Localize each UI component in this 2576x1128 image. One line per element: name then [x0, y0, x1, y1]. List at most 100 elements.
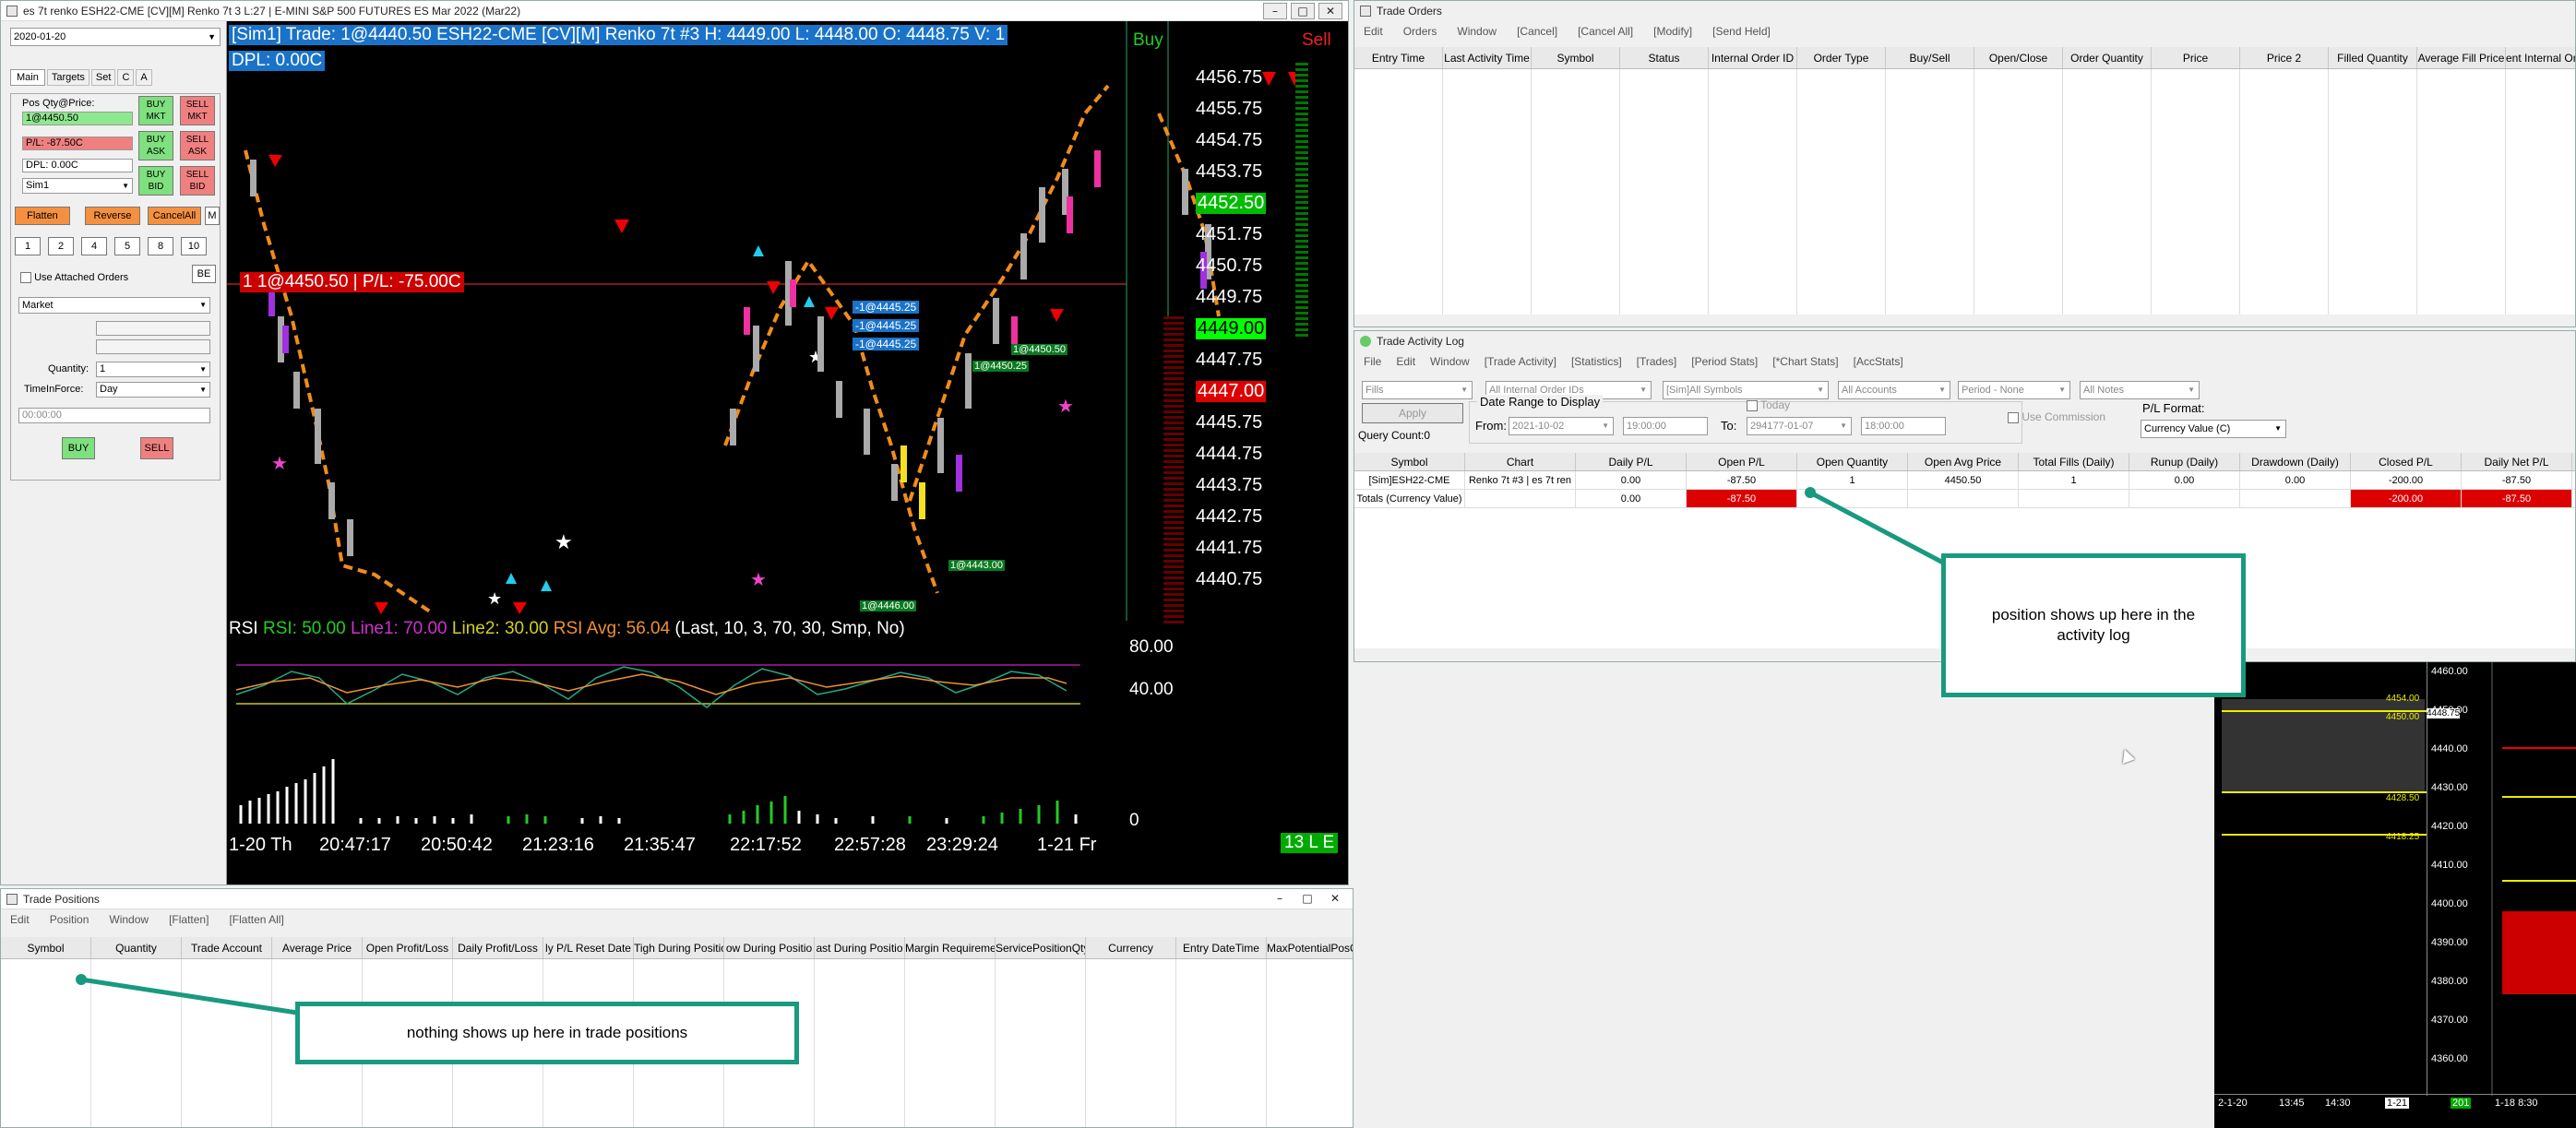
cancel-all-button[interactable]: CancelAll: [148, 207, 201, 225]
col-header[interactable]: Status: [1620, 47, 1709, 68]
col-header[interactable]: Price: [2152, 47, 2240, 68]
col-header[interactable]: Currency: [1086, 937, 1176, 958]
col-header[interactable]: Open Profit/Loss: [363, 937, 453, 958]
buy-bid-button[interactable]: BUY BID: [138, 166, 173, 196]
orders-table[interactable]: Entry Time Last Activity Time Symbol Sta…: [1354, 47, 2575, 315]
col-header[interactable]: Average Fill Price: [2417, 47, 2506, 68]
menu-window[interactable]: Window: [1430, 355, 1470, 368]
m-button[interactable]: M: [205, 207, 220, 225]
minimize-icon[interactable]: –: [1268, 891, 1292, 908]
order-tag[interactable]: -1@4445.25: [853, 301, 920, 314]
qty-5-button[interactable]: 5: [114, 237, 140, 255]
menu-modify[interactable]: [Modify]: [1653, 25, 1692, 38]
mini-chart[interactable]: 4460.00 4450.00 4440.00 4430.00 4420.00 …: [2214, 662, 2576, 1128]
price-input-1[interactable]: [96, 321, 210, 336]
menu-acc-stats[interactable]: [AccStats]: [1854, 355, 1903, 368]
order-tag[interactable]: -1@4445.25: [853, 338, 920, 350]
close-icon[interactable]: ✕: [1323, 891, 1347, 908]
col-header[interactable]: Tigh During Positio: [634, 937, 724, 958]
from-date-input[interactable]: 2021-10-02 ▼: [1509, 417, 1614, 435]
buy-ask-button[interactable]: BUY ASK: [138, 131, 173, 160]
col-header[interactable]: Symbol: [1532, 47, 1620, 68]
sell-bid-button[interactable]: SELL BID: [180, 166, 215, 196]
menu-position[interactable]: Position: [50, 913, 89, 926]
from-time-input[interactable]: 19:00:00: [1623, 417, 1708, 435]
tab-targets[interactable]: Targets: [46, 69, 89, 86]
col-header[interactable]: ent Internal Or: [2506, 47, 2575, 68]
trade-positions-title-bar[interactable]: Trade Positions – □ ✕: [1, 889, 1353, 909]
menu-trades[interactable]: [Trades]: [1637, 355, 1677, 368]
maximize-icon[interactable]: □: [1291, 2, 1315, 19]
col-header[interactable]: Symbol: [1, 937, 91, 958]
col-header[interactable]: ast During Positio: [815, 937, 905, 958]
col-header[interactable]: Daily P/L: [1576, 453, 1687, 470]
qty-4-button[interactable]: 4: [81, 237, 107, 255]
tif-select[interactable]: Day ▼: [96, 382, 210, 398]
sell-button[interactable]: SELL: [140, 437, 173, 459]
col-header[interactable]: Open Quantity: [1797, 453, 1908, 470]
menu-period-stats[interactable]: [Period Stats]: [1691, 355, 1758, 368]
symbols-select[interactable]: [Sim]All Symbols ▼: [1663, 381, 1829, 399]
to-date-input[interactable]: 294177-01-07 ▼: [1747, 417, 1852, 435]
fills-select[interactable]: Fills ▼: [1362, 381, 1473, 399]
use-commission[interactable]: Use Commission: [2008, 410, 2105, 423]
table-row[interactable]: [Sim]ESH22-CME Renko 7t #3 | es 7t ren 0…: [1354, 471, 2575, 490]
col-header[interactable]: Entry Time: [1354, 47, 1443, 68]
menu-cancel-all[interactable]: [Cancel All]: [1578, 25, 1633, 38]
menu-chart-stats[interactable]: [*Chart Stats]: [1772, 355, 1838, 368]
col-header[interactable]: Last Activity Time: [1443, 47, 1532, 68]
col-header[interactable]: Chart: [1465, 453, 1576, 470]
sell-ask-button[interactable]: SELL ASK: [180, 131, 215, 160]
pl-format-select[interactable]: Currency Value (C) ▼: [2141, 420, 2286, 438]
col-header[interactable]: ServicePositionQty: [996, 937, 1086, 958]
col-header[interactable]: MaxPotentialPosQt: [1267, 937, 1353, 958]
notes-select[interactable]: All Notes ▼: [2080, 381, 2200, 399]
col-header[interactable]: Buy/Sell: [1886, 47, 1974, 68]
col-header[interactable]: ly P/L Reset Date: [543, 937, 634, 958]
use-commission-checkbox[interactable]: [2008, 411, 2019, 423]
buy-button[interactable]: BUY: [62, 437, 95, 459]
order-tag[interactable]: -1@4445.25: [853, 319, 920, 332]
qty-1-button[interactable]: 1: [15, 237, 41, 255]
menu-edit[interactable]: Edit: [10, 913, 30, 926]
tab-a[interactable]: A: [136, 69, 152, 86]
col-header[interactable]: Order Quantity: [2063, 47, 2152, 68]
activity-log-title-bar[interactable]: Trade Activity Log: [1354, 331, 2575, 351]
menu-window[interactable]: Window: [1457, 25, 1497, 38]
period-select[interactable]: Period - None ▼: [1958, 381, 2070, 399]
reverse-button[interactable]: Reverse: [85, 207, 140, 225]
qty-8-button[interactable]: 8: [148, 237, 173, 255]
menu-file[interactable]: File: [1364, 355, 1381, 368]
col-header[interactable]: Filled Quantity: [2329, 47, 2417, 68]
col-header[interactable]: Drawdown (Daily): [2240, 453, 2351, 470]
use-attached-checkbox[interactable]: [20, 272, 31, 284]
table-row[interactable]: Totals (Currency Value) 0.00 -87.50 -200…: [1354, 490, 2575, 508]
qty-10-button[interactable]: 10: [181, 237, 207, 255]
menu-statistics[interactable]: [Statistics]: [1571, 355, 1622, 368]
maximize-icon[interactable]: □: [1295, 891, 1319, 908]
menu-cancel[interactable]: [Cancel]: [1517, 25, 1557, 38]
col-header[interactable]: Closed P/L: [2351, 453, 2462, 470]
price-chart[interactable]: ★ ★ ★ ★ ★ ★ [Sim1] Trade: 1@4440.50 ESH2…: [227, 21, 1348, 861]
menu-send-held[interactable]: [Send Held]: [1712, 25, 1771, 38]
col-header[interactable]: Margin Requireme: [905, 937, 996, 958]
price-input-2[interactable]: [96, 339, 210, 354]
today-checkbox-box[interactable]: [1747, 399, 1758, 411]
col-header[interactable]: Price 2: [2240, 47, 2329, 68]
order-type-select[interactable]: Market ▼: [18, 297, 210, 314]
buy-mkt-button[interactable]: BUY MKT: [138, 96, 173, 125]
col-header[interactable]: Runup (Daily): [2129, 453, 2240, 470]
flatten-button[interactable]: Flatten: [15, 207, 70, 225]
account-select[interactable]: Sim1 ▼: [22, 178, 133, 194]
col-header[interactable]: Internal Order ID: [1709, 47, 1797, 68]
menu-flatten[interactable]: [Flatten]: [169, 913, 209, 926]
qty-2-button[interactable]: 2: [48, 237, 74, 255]
trade-orders-title-bar[interactable]: Trade Orders: [1354, 1, 2575, 21]
close-icon[interactable]: ✕: [1318, 2, 1342, 19]
minimize-icon[interactable]: –: [1263, 2, 1287, 19]
menu-trade-activity[interactable]: [Trade Activity]: [1485, 355, 1556, 368]
to-time-input[interactable]: 18:00:00: [1861, 417, 1946, 435]
col-header[interactable]: Quantity: [91, 937, 182, 958]
col-header[interactable]: Open Avg Price: [1908, 453, 2019, 470]
menu-window[interactable]: Window: [109, 913, 149, 926]
